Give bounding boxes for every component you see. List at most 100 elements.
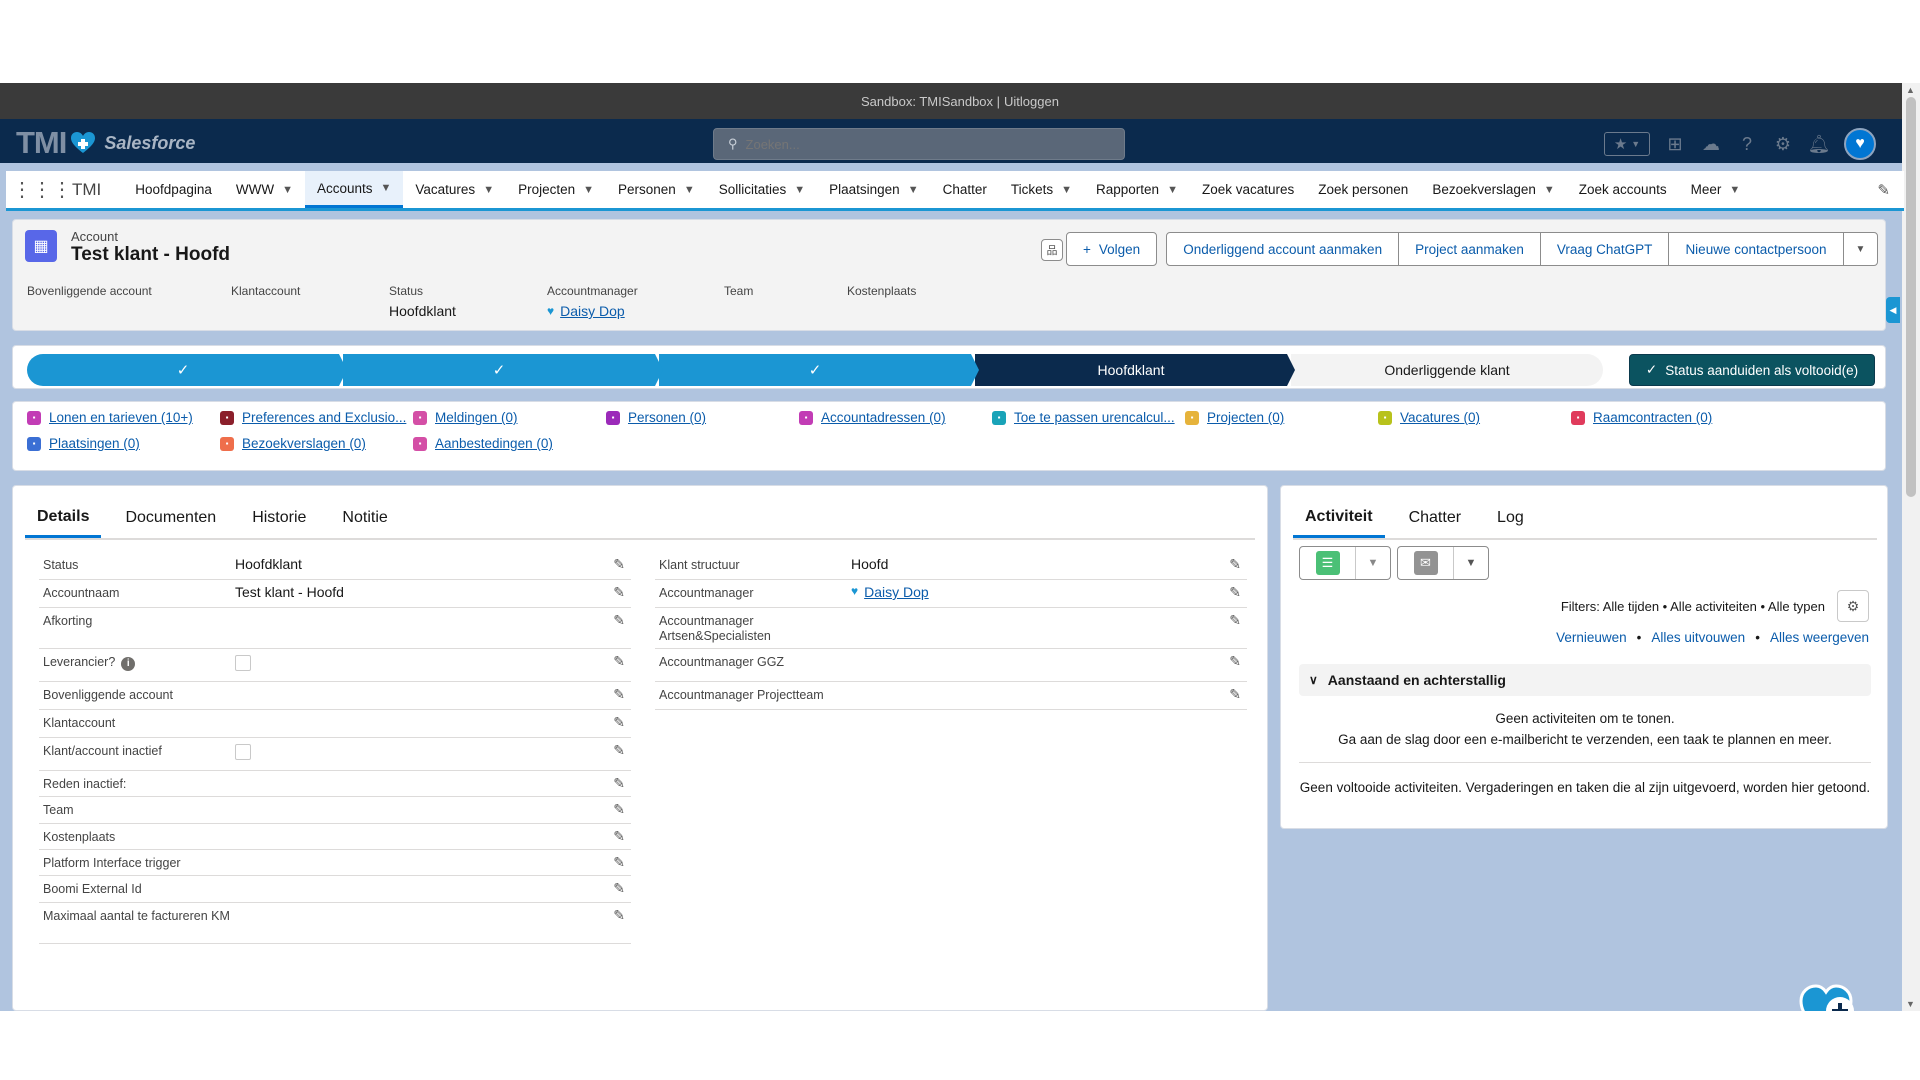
nav-item-bezoekverslagen[interactable]: Bezoekverslagen ▼ [1420,171,1566,208]
refresh-link[interactable]: Vernieuwen [1556,630,1627,645]
edit-pencil-icon[interactable]: ✎ [613,854,625,871]
more-actions-button[interactable]: ▼ [1842,232,1879,266]
nav-item-www[interactable]: WWW ▼ [224,171,305,208]
accountmanager-link[interactable]: Daisy Dop [864,584,929,600]
edit-pencil-icon[interactable]: ✎ [1229,556,1241,573]
edit-pencil-icon[interactable]: ✎ [613,556,625,573]
accountmanager-link[interactable]: Daisy Dop [560,303,625,319]
nav-item-personen[interactable]: Personen ▼ [606,171,707,208]
chevron-down-icon[interactable]: ▼ [381,182,392,194]
related-link[interactable]: ▪ Lonen en tarieven (10+) [27,410,193,425]
add-icon[interactable]: ⊞ [1664,133,1686,155]
edit-pencil-icon[interactable]: ✎ [613,775,625,792]
related-link-label[interactable]: Toe te passen urencalcul... [1014,410,1175,425]
nav-item-zoek-personen[interactable]: Zoek personen [1306,171,1420,208]
nav-item-vacatures[interactable]: Vacatures ▼ [403,171,506,208]
new-contact-button[interactable]: Nieuwe contactpersoon [1668,232,1844,266]
related-link-label[interactable]: Aanbestedingen (0) [435,436,553,451]
related-link-label[interactable]: Vacatures (0) [1400,410,1480,425]
setup-gear-icon[interactable]: ⚙ [1772,133,1794,155]
related-link[interactable]: ▪ Vacatures (0) [1378,410,1480,425]
chevron-down-icon[interactable]: ▼ [1061,184,1072,196]
nav-item-chatter[interactable]: Chatter [931,171,999,208]
edit-pencil-icon[interactable]: ✎ [1229,612,1241,629]
app-launcher-icon[interactable]: ⋮⋮⋮ [12,177,72,202]
related-link[interactable]: ▪ Aanbestedingen (0) [413,436,553,451]
edit-pencil-icon[interactable]: ✎ [613,584,625,601]
expand-all-link[interactable]: Alles uitvouwen [1651,630,1745,645]
tab-activiteit[interactable]: Activiteit [1293,498,1385,538]
tab-historie[interactable]: Historie [240,498,318,538]
edit-pencil-icon[interactable]: ✎ [613,714,625,731]
info-icon[interactable]: i [121,656,136,671]
edit-pencil-icon[interactable]: ✎ [613,742,625,759]
edit-nav-pencil-icon[interactable]: ✎ [1877,181,1890,199]
chevron-down-icon[interactable]: ▼ [583,184,594,196]
create-child-account-button[interactable]: Onderliggend account aanmaken [1166,232,1400,266]
related-link-label[interactable]: Lonen en tarieven (10+) [49,410,193,425]
nav-item-accounts[interactable]: Accounts ▼ [304,171,404,208]
trailhead-icon[interactable]: ☁ [1700,133,1722,155]
scroll-up-icon[interactable]: ▲ [1906,85,1915,95]
path-step-3[interactable]: ✓ [659,354,979,386]
nav-item-plaatsingen[interactable]: Plaatsingen ▼ [817,171,930,208]
chevron-down-icon[interactable]: ▼ [483,184,494,196]
help-icon[interactable]: ? [1736,133,1758,155]
related-link[interactable]: ▪ Accountadressen (0) [799,410,946,425]
related-link[interactable]: ▪ Projecten (0) [1185,410,1284,425]
edit-pencil-icon[interactable]: ✎ [613,686,625,703]
highlight-value[interactable]: ♥ Daisy Dop [547,301,724,321]
utility-panel-toggle[interactable]: ◀ [1886,297,1900,323]
hierarchy-button[interactable]: 品 [1041,239,1063,261]
tab-details[interactable]: Details [25,498,102,538]
nav-item-projecten[interactable]: Projecten ▼ [506,171,606,208]
send-email-button[interactable]: ✉ [1398,547,1454,579]
related-link-label[interactable]: Projecten (0) [1207,410,1284,425]
related-link[interactable]: ▪ Personen (0) [606,410,706,425]
related-link-label[interactable]: Meldingen (0) [435,410,518,425]
chevron-down-icon[interactable]: ▼ [1544,184,1555,196]
path-step-5[interactable]: Onderliggende klant [1291,354,1603,386]
edit-pencil-icon[interactable]: ✎ [1229,686,1241,703]
related-link[interactable]: ▪ Toe te passen urencalcul... [992,410,1175,425]
related-link-label[interactable]: Plaatsingen (0) [49,436,140,451]
nav-item-tickets[interactable]: Tickets ▼ [999,171,1084,208]
edit-pencil-icon[interactable]: ✎ [613,653,625,670]
nav-item-zoek-accounts[interactable]: Zoek accounts [1567,171,1679,208]
logout-link[interactable]: Uitloggen [1004,94,1059,109]
nav-item-zoek-vacatures[interactable]: Zoek vacatures [1190,171,1306,208]
related-link-label[interactable]: Accountadressen (0) [821,410,946,425]
path-step-1[interactable]: ✓ [27,354,347,386]
nav-item-rapporten[interactable]: Rapporten ▼ [1084,171,1190,208]
show-all-link[interactable]: Alles weergeven [1770,630,1869,645]
nav-item-hoofdpagina[interactable]: Hoofdpagina [123,171,224,208]
ask-chatgpt-button[interactable]: Vraag ChatGPT [1539,232,1670,266]
related-link-label[interactable]: Raamcontracten (0) [1593,410,1712,425]
scrollbar-thumb[interactable] [1906,97,1916,497]
tab-notitie[interactable]: Notitie [330,498,399,538]
nav-item-meer[interactable]: Meer ▼ [1679,171,1753,208]
create-project-button[interactable]: Project aanmaken [1398,232,1541,266]
favorites-button[interactable]: ★ ▼ [1604,132,1650,156]
related-link-label[interactable]: Personen (0) [628,410,706,425]
related-link[interactable]: ▪ Bezoekverslagen (0) [220,436,366,451]
edit-pencil-icon[interactable]: ✎ [613,907,625,924]
upcoming-overdue-section[interactable]: ∨ Aanstaand en achterstallig [1299,664,1871,696]
chevron-down-icon[interactable]: ▼ [684,184,695,196]
email-dropdown-icon[interactable]: ▼ [1454,547,1488,579]
path-step-2[interactable]: ✓ [343,354,663,386]
tab-documenten[interactable]: Documenten [113,498,228,538]
related-link-label[interactable]: Preferences and Exclusio... [242,410,406,425]
related-link-label[interactable]: Bezoekverslagen (0) [242,436,366,451]
edit-pencil-icon[interactable]: ✎ [613,828,625,845]
follow-button[interactable]: + Volgen [1066,232,1158,266]
path-step-4[interactable]: Hoofdklant [975,354,1295,386]
related-link[interactable]: ▪ Preferences and Exclusio... [220,410,406,425]
chevron-down-icon[interactable]: ▼ [908,184,919,196]
global-search[interactable]: ⚲ [713,128,1125,160]
filter-settings-gear-icon[interactable]: ⚙ [1837,590,1869,622]
search-input[interactable] [745,136,1086,152]
user-avatar[interactable]: ♥ [1844,128,1876,160]
page-scrollbar[interactable]: ▲ ▼ [1902,83,1920,1011]
tab-log[interactable]: Log [1485,498,1536,538]
